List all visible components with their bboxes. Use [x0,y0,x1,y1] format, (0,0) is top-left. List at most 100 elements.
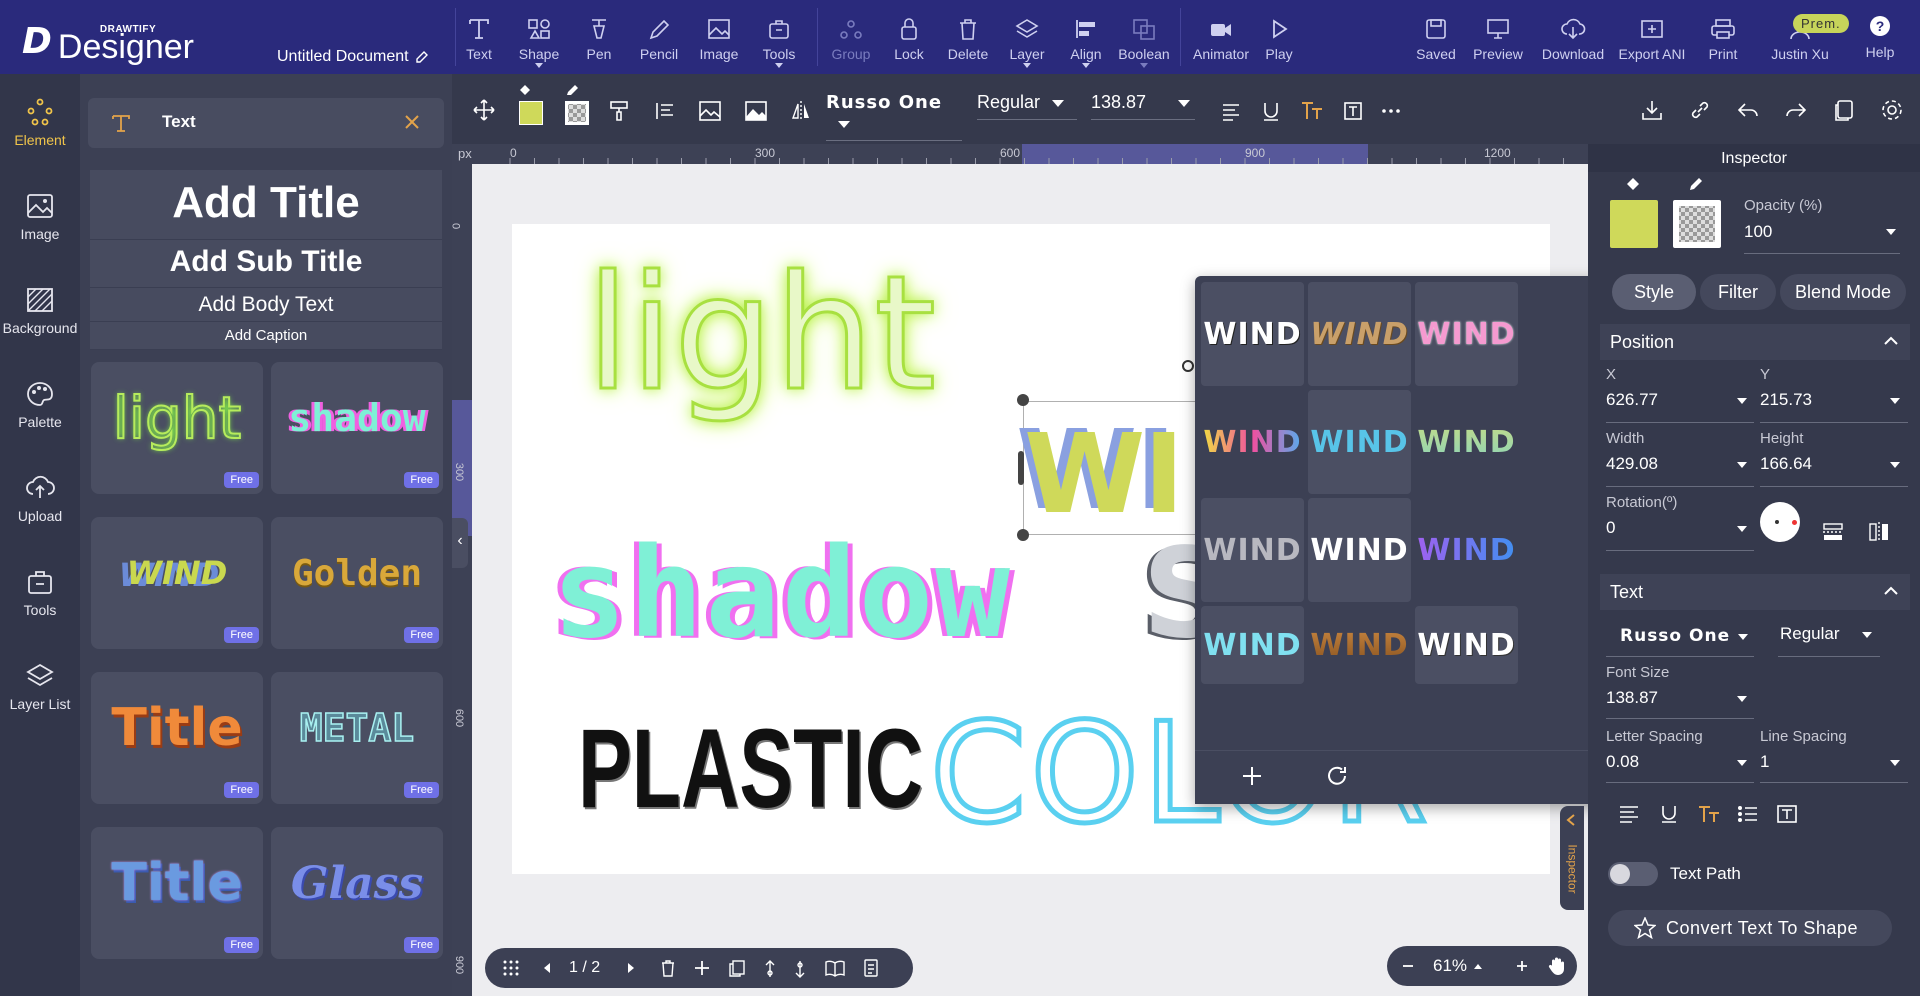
next-page-icon[interactable] [625,961,637,975]
stroke-color-swatch[interactable] [565,101,589,125]
inspector-font-weight[interactable]: Regular [1780,624,1840,644]
wind-style-option[interactable]: WIND [1201,282,1304,386]
wind-style-option[interactable]: WIND [1415,498,1518,602]
pencil-tool-button[interactable]: Pencil [628,18,690,62]
format-painter-icon[interactable] [608,100,630,122]
opacity-value[interactable]: 100 [1744,222,1772,242]
font-size-field[interactable]: 138.87 [1606,688,1658,708]
wind-style-option[interactable]: WIND [1308,282,1411,386]
text-section-header[interactable]: Text [1600,574,1910,610]
width-field[interactable]: 429.08 [1606,454,1658,474]
canvas-text-plastic[interactable]: PLASTIC [578,704,923,834]
inspector-stroke-swatch[interactable] [1673,200,1721,248]
add-caption-button[interactable]: Add Caption [90,322,442,350]
refresh-icon[interactable] [1325,764,1349,788]
chevron-down-icon[interactable] [1737,696,1747,702]
letter-spacing-field[interactable]: 0.08 [1606,752,1639,772]
nav-background[interactable]: Background [0,286,80,336]
fill-color-swatch[interactable] [519,101,543,125]
saved-button[interactable]: Saved [1405,18,1467,62]
link-icon[interactable] [1688,98,1712,122]
canvas-text-light[interactable]: light [584,243,937,426]
move-page-up-icon[interactable] [763,959,777,979]
wind-style-option[interactable]: WIND [1201,390,1304,494]
chevron-down-icon[interactable] [1738,634,1748,640]
delete-page-icon[interactable] [659,959,677,977]
chevron-down-icon[interactable] [1737,760,1747,766]
canvas-text-shadow[interactable]: shadow [552,524,1012,664]
image-filter-icon[interactable] [698,100,722,122]
export-button[interactable]: Export ANI [1613,18,1691,62]
move-icon[interactable] [472,98,496,122]
text-align-icon[interactable] [1220,100,1242,122]
download-button[interactable]: Download [1541,18,1605,62]
settings-gear-icon[interactable] [1880,98,1904,122]
group-button[interactable]: Group [820,18,882,62]
lock-button[interactable]: Lock [878,18,940,62]
hand-pan-icon[interactable] [1547,956,1567,976]
nav-element[interactable]: Element [0,98,80,148]
nav-upload[interactable]: Upload [0,474,80,524]
add-body-text-button[interactable]: Add Body Text [90,288,442,322]
wind-style-option[interactable]: WIND [1415,390,1518,494]
list-icon[interactable] [1737,804,1759,824]
nav-tools[interactable]: Tools [0,568,80,618]
redo-icon[interactable] [1784,98,1808,122]
text-style-card[interactable]: shadow Free [271,362,443,494]
wind-style-option[interactable]: WIND [1308,606,1411,684]
grid-dots-icon[interactable] [503,960,519,976]
tab-style[interactable]: Style [1612,274,1696,310]
x-field[interactable]: 626.77 [1606,390,1658,410]
layer-button[interactable]: Layer [996,18,1058,68]
move-page-down-icon[interactable] [793,959,807,979]
position-section-header[interactable]: Position [1600,324,1910,360]
font-weight-dropdown[interactable]: Regular [977,92,1077,120]
height-field[interactable]: 166.64 [1760,454,1812,474]
underline-icon[interactable] [1260,100,1282,122]
selection-handle[interactable] [1017,529,1029,541]
text-case-icon[interactable] [1697,804,1721,824]
app-logo[interactable]: D DRAWTIFY Designer [22,22,208,65]
text-tool-button[interactable]: Text [448,18,510,62]
delete-button[interactable]: Delete [937,18,999,62]
image-tool-button[interactable]: Image [688,18,750,62]
align-lines-icon[interactable] [654,100,676,122]
document-title[interactable]: Untitled Document [277,48,429,66]
pen-tool-button[interactable]: Pen [568,18,630,62]
prev-page-icon[interactable] [541,961,553,975]
zoom-out-icon[interactable] [1401,959,1415,973]
print-button[interactable]: Print [1692,18,1754,62]
text-style-card[interactable]: Glass Free [271,827,443,959]
chevron-down-icon[interactable] [1890,398,1900,404]
chevron-down-icon[interactable] [1886,229,1896,235]
text-style-card[interactable]: METAL Free [271,672,443,804]
convert-text-to-shape-button[interactable]: Convert Text To Shape [1608,910,1892,946]
inspector-font-family[interactable]: Russo One [1620,626,1730,646]
undo-icon[interactable] [1736,98,1760,122]
close-icon[interactable] [402,112,422,132]
flip-horizontal-icon[interactable] [1868,522,1890,542]
chevron-down-icon[interactable] [1737,398,1747,404]
nav-palette[interactable]: Palette [0,380,80,430]
add-page-icon[interactable] [693,959,711,977]
wind-style-option[interactable]: WIND [1201,606,1304,684]
duplicate-page-icon[interactable] [728,959,746,977]
copy-page-icon[interactable] [1832,98,1856,122]
page-list-icon[interactable] [863,959,879,977]
add-title-button[interactable]: Add Title [90,170,442,240]
selection-handle[interactable] [1018,451,1024,485]
inspector-fill-swatch[interactable] [1610,200,1658,248]
boolean-button[interactable]: Boolean [1113,18,1175,68]
import-icon[interactable] [1640,98,1664,122]
book-view-icon[interactable] [825,959,845,977]
tools-tool-button[interactable]: Tools [748,18,810,68]
rotation-field[interactable]: 0 [1606,518,1615,538]
nav-layer-list[interactable]: Layer List [0,662,80,712]
text-frame-icon[interactable] [1776,804,1798,824]
collapse-left-panel-button[interactable]: ‹ [452,518,468,568]
text-path-toggle[interactable] [1608,862,1658,886]
chevron-down-icon[interactable] [1737,526,1747,532]
rotate-handle[interactable] [1182,360,1194,372]
font-family-dropdown[interactable]: Russo One [826,92,962,141]
chevron-down-icon[interactable] [1737,462,1747,468]
